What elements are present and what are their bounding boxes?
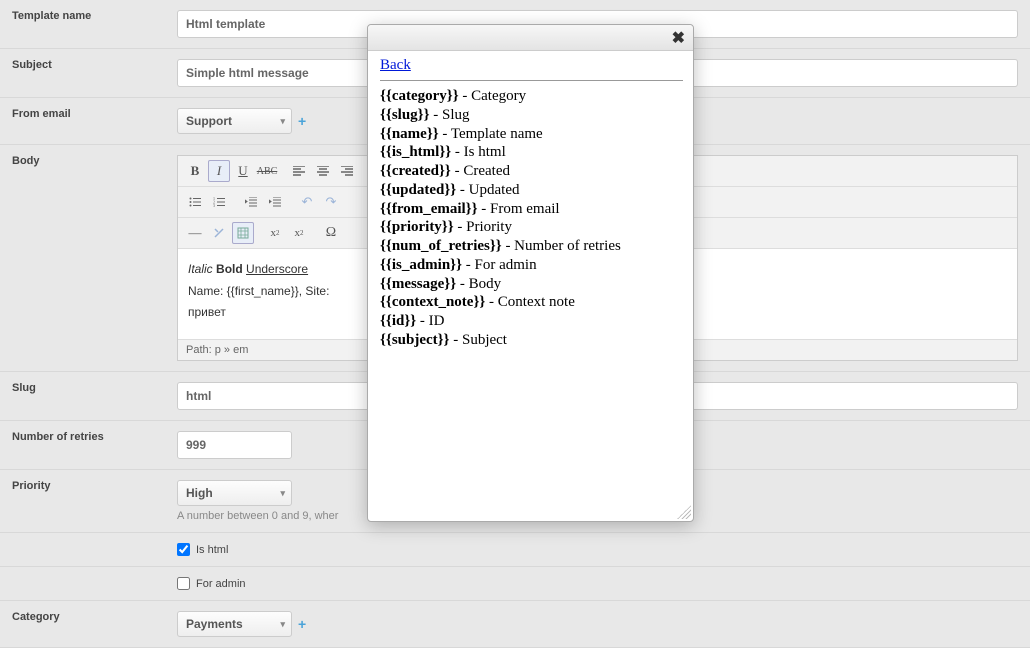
for-admin-label: For admin [196, 578, 246, 590]
variable-tag: {{context_note}} [380, 294, 485, 310]
variable-item: {{is_admin}} - For admin [380, 256, 683, 275]
modal-header: ✖ [368, 25, 693, 51]
special-char-button[interactable]: Ω [320, 222, 342, 244]
label-category: Category [12, 611, 60, 623]
variable-item: {{category}} - Category [380, 87, 683, 106]
label-subject: Subject [12, 59, 52, 71]
variable-item: {{slug}} - Slug [380, 106, 683, 125]
variable-item: {{from_email}} - From email [380, 200, 683, 219]
chevron-down-icon: ▾ [280, 488, 285, 499]
label-from-email: From email [12, 108, 71, 120]
variable-tag: {{is_html}} [380, 144, 451, 160]
variable-tag: {{message}} [380, 276, 456, 292]
variable-item: {{message}} - Body [380, 275, 683, 294]
is-html-label: Is html [196, 544, 228, 556]
align-right-button[interactable] [336, 160, 358, 182]
bullet-list-button[interactable] [184, 191, 206, 213]
variable-item: {{is_html}} - Is html [380, 143, 683, 162]
variable-list: {{category}} - Category{{slug}} - Slug{{… [380, 87, 683, 350]
indent-button[interactable] [264, 191, 286, 213]
variable-tag: {{is_admin}} [380, 257, 462, 273]
variable-item: {{id}} - ID [380, 312, 683, 331]
italic-button[interactable]: I [208, 160, 230, 182]
sample-bold: Bold [216, 262, 243, 276]
variable-tag: {{name}} [380, 126, 439, 142]
category-select[interactable]: Payments ▾ [177, 611, 292, 637]
variable-tag: {{subject}} [380, 332, 449, 348]
retries-input[interactable] [177, 431, 292, 459]
sample-underscore: Underscore [246, 262, 308, 276]
variable-item: {{updated}} - Updated [380, 181, 683, 200]
align-left-button[interactable] [288, 160, 310, 182]
hr-button[interactable]: — [184, 222, 206, 244]
label-template-name: Template name [12, 10, 91, 22]
chevron-down-icon: ▾ [280, 116, 285, 127]
chevron-down-icon: ▾ [280, 619, 285, 630]
outdent-button[interactable] [240, 191, 262, 213]
toggle-guidelines-button[interactable] [232, 222, 254, 244]
is-html-checkbox[interactable] [177, 543, 190, 556]
modal-divider [380, 80, 683, 81]
for-admin-checkbox[interactable] [177, 577, 190, 590]
variable-item: {{context_note}} - Context note [380, 293, 683, 312]
back-link[interactable]: Back [380, 57, 411, 74]
resize-handle[interactable] [677, 505, 691, 519]
close-icon[interactable]: ✖ [670, 28, 687, 48]
sample-italic: Italic [188, 262, 213, 276]
label-retries: Number of retries [12, 431, 104, 443]
variable-tag: {{category}} [380, 88, 459, 104]
add-from-email-button[interactable]: + [298, 113, 306, 129]
priority-value: High [186, 486, 213, 500]
from-email-select[interactable]: Support ▾ [177, 108, 292, 134]
variable-item: {{subject}} - Subject [380, 331, 683, 350]
variable-tag: {{num_of_retries}} [380, 238, 502, 254]
variables-modal: ✖ Back {{category}} - Category{{slug}} -… [367, 24, 694, 522]
undo-button[interactable]: ↶ [296, 191, 318, 213]
label-body: Body [12, 155, 40, 167]
variable-tag: {{from_email}} [380, 201, 478, 217]
underline-button[interactable]: U [232, 160, 254, 182]
label-slug: Slug [12, 382, 36, 394]
from-email-value: Support [186, 114, 232, 128]
variable-tag: {{created}} [380, 163, 451, 179]
strikethrough-button[interactable]: ABC [256, 160, 278, 182]
variable-tag: {{slug}} [380, 107, 430, 123]
priority-select[interactable]: High ▾ [177, 480, 292, 506]
clear-format-button[interactable] [208, 222, 230, 244]
category-value: Payments [186, 617, 243, 631]
variable-item: {{name}} - Template name [380, 125, 683, 144]
variable-tag: {{updated}} [380, 182, 456, 198]
subscript-button[interactable]: x2 [264, 222, 286, 244]
svg-text:3: 3 [213, 203, 215, 207]
variable-item: {{priority}} - Priority [380, 218, 683, 237]
redo-button[interactable]: ↷ [320, 191, 342, 213]
bold-button[interactable]: B [184, 160, 206, 182]
variable-item: {{num_of_retries}} - Number of retries [380, 237, 683, 256]
add-category-button[interactable]: + [298, 616, 306, 632]
align-center-button[interactable] [312, 160, 334, 182]
is-html-checkbox-row[interactable]: Is html [177, 543, 1018, 556]
for-admin-checkbox-row[interactable]: For admin [177, 577, 1018, 590]
variable-tag: {{id}} [380, 313, 416, 329]
superscript-button[interactable]: x2 [288, 222, 310, 244]
numbered-list-button[interactable]: 123 [208, 191, 230, 213]
variable-item: {{created}} - Created [380, 162, 683, 181]
label-priority: Priority [12, 480, 51, 492]
variable-tag: {{priority}} [380, 219, 454, 235]
